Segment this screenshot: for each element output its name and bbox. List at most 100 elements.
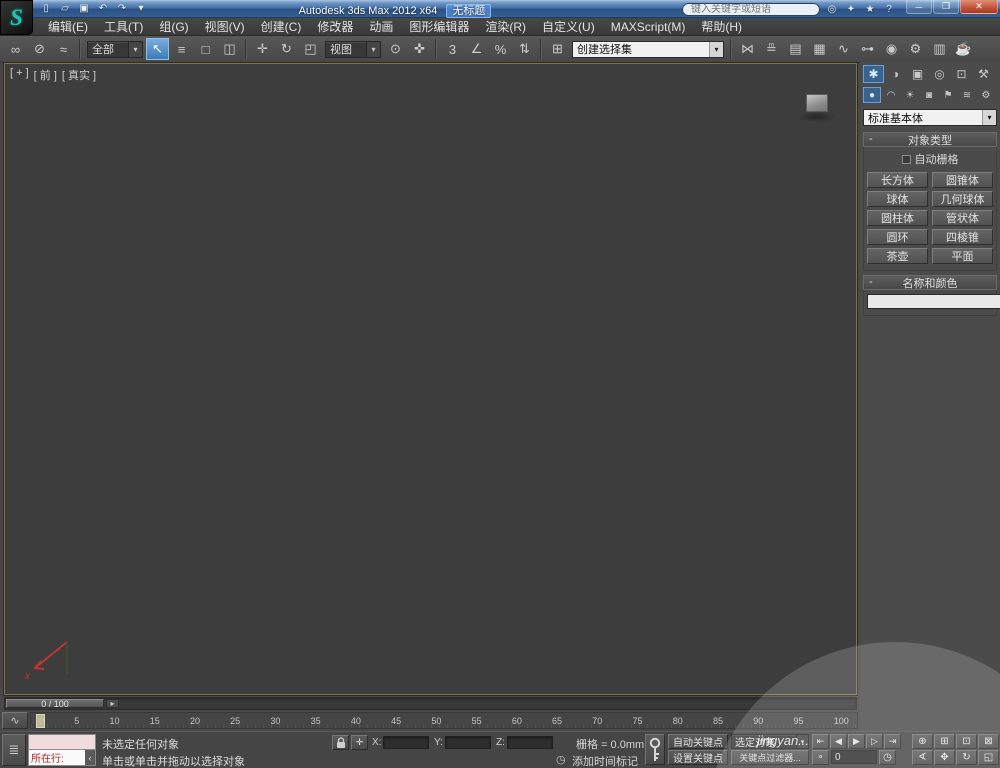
menu-item[interactable]: MAXScript(M)	[603, 19, 694, 35]
viewport-front[interactable]: [ + ] [ 前 ] [ 真实 ] x	[4, 63, 857, 695]
orbit-icon[interactable]: ↻	[956, 750, 977, 765]
field-of-view-icon[interactable]: ∢	[912, 750, 933, 765]
primitive-button[interactable]: 圆锥体	[932, 172, 993, 188]
select-and-scale-icon[interactable]: ◰	[299, 38, 322, 60]
snap-toggle-icon[interactable]: 3	[441, 38, 464, 60]
previous-frame-icon[interactable]: ◀	[830, 734, 847, 749]
material-editor-icon[interactable]: ◉	[880, 38, 903, 60]
menu-item[interactable]: 编辑(E)	[40, 17, 96, 36]
rectangular-selection-icon[interactable]: □	[194, 38, 217, 60]
menu-item[interactable]: 组(G)	[151, 17, 196, 36]
rendered-frame-icon[interactable]: ▥	[928, 38, 951, 60]
primitive-button[interactable]: 长方体	[867, 172, 928, 188]
x-coordinate-field[interactable]	[383, 736, 430, 749]
zoom-extents-icon[interactable]: ⊡	[956, 734, 977, 749]
communication-center-icon[interactable]: ✦	[844, 2, 858, 16]
maximize-viewport-icon[interactable]: ◱	[978, 750, 999, 765]
play-animation-icon[interactable]: ▶	[848, 734, 865, 749]
layer-manager-icon[interactable]: ▤	[784, 38, 807, 60]
object-name-input[interactable]	[867, 294, 1000, 309]
absolute-offset-toggle[interactable]: ✛	[351, 735, 368, 750]
favorites-icon[interactable]: ★	[863, 2, 877, 16]
application-menu-button[interactable]: S	[0, 0, 33, 35]
autogrid-checkbox[interactable]: 自动栅格	[867, 151, 993, 167]
current-frame-field[interactable]	[831, 750, 877, 764]
unlink-selection-icon[interactable]: ⊘	[28, 38, 51, 60]
primitive-button[interactable]: 管状体	[932, 210, 993, 226]
primitive-button[interactable]: 四棱锥	[932, 229, 993, 245]
name-color-rollout-header[interactable]: - 名称和颜色	[863, 275, 997, 290]
next-frame-icon[interactable]: ▷	[866, 734, 883, 749]
go-to-end-icon[interactable]: ⇥	[884, 734, 901, 749]
key-filters-button[interactable]: 关键点过滤器...	[731, 750, 809, 765]
bind-to-space-warp-icon[interactable]: ≈	[52, 38, 75, 60]
primitive-type-dropdown[interactable]: 标准基本体 ▾	[863, 109, 997, 126]
track-bar[interactable]: 0510152025303540455055606570758085909510…	[30, 712, 858, 729]
primitive-button[interactable]: 圆环	[867, 229, 928, 245]
zoom-extents-all-icon[interactable]: ⊠	[978, 734, 999, 749]
mirror-icon[interactable]: ⋈	[736, 38, 759, 60]
menu-item[interactable]: 创建(C)	[253, 17, 310, 36]
category-lights-icon[interactable]: ☀	[901, 87, 919, 103]
tab-create-icon[interactable]: ✱	[863, 65, 884, 83]
align-icon[interactable]: ≞	[760, 38, 783, 60]
select-and-move-icon[interactable]: ✛	[251, 38, 274, 60]
render-setup-icon[interactable]: ⚙	[904, 38, 927, 60]
menu-item[interactable]: 工具(T)	[96, 17, 151, 36]
menu-item[interactable]: 渲染(R)	[477, 17, 534, 36]
viewport-view-menu[interactable]: [ 前 ]	[34, 67, 57, 83]
infocenter-search-icon[interactable]: ◎	[825, 2, 839, 16]
object-type-rollout-header[interactable]: - 对象类型	[863, 132, 997, 147]
percent-snap-icon[interactable]: %	[489, 38, 512, 60]
infocenter-search-input[interactable]	[682, 2, 820, 16]
select-and-manipulate-icon[interactable]: ✜	[408, 38, 431, 60]
tab-motion-icon[interactable]: ◎	[929, 65, 950, 83]
maxscript-mini-listener[interactable]: 所在行: ‹	[28, 734, 96, 766]
status-panel-icon[interactable]: ≣	[2, 734, 26, 766]
help-icon[interactable]: ?	[882, 2, 896, 16]
current-frame-marker[interactable]	[36, 714, 45, 728]
curve-editor-icon[interactable]: ∿	[832, 38, 855, 60]
tab-utilities-icon[interactable]: ⚒	[973, 65, 994, 83]
category-systems-icon[interactable]: ⚙	[977, 87, 995, 103]
set-keys-button[interactable]	[645, 734, 665, 765]
mini-curve-editor-button[interactable]: ∿	[2, 712, 28, 729]
schematic-view-icon[interactable]: ⊶	[856, 38, 879, 60]
use-pivot-center-icon[interactable]: ⊙	[384, 38, 407, 60]
add-time-tag[interactable]: 添加时间标记	[572, 753, 638, 768]
tab-modify-icon[interactable]: ◑	[885, 65, 906, 83]
pan-view-icon[interactable]: ✥	[934, 750, 955, 765]
category-geometry-icon[interactable]: ●	[863, 87, 881, 103]
menu-item[interactable]: 修改器	[309, 17, 361, 36]
macro-recorder-line[interactable]	[28, 734, 96, 750]
z-coordinate-field[interactable]	[506, 736, 553, 749]
maximize-button[interactable]: ❐	[933, 0, 959, 14]
category-shapes-icon[interactable]: ◠	[882, 87, 900, 103]
angle-snap-icon[interactable]: ∠	[465, 38, 488, 60]
y-coordinate-field[interactable]	[444, 736, 491, 749]
time-configuration-button[interactable]: ◷	[879, 750, 896, 765]
viewport-shading-menu[interactable]: [ 真实 ]	[62, 67, 96, 83]
tab-hierarchy-icon[interactable]: ▣	[907, 65, 928, 83]
render-production-icon[interactable]: ☕	[952, 38, 975, 60]
listener-line[interactable]: 所在行: ‹	[28, 750, 96, 766]
edit-named-selection-sets-icon[interactable]: ⊞	[546, 38, 569, 60]
select-and-rotate-icon[interactable]: ↻	[275, 38, 298, 60]
key-mode-toggle[interactable]: ∘	[812, 750, 829, 765]
graphite-toggle-icon[interactable]: ▦	[808, 38, 831, 60]
menu-item[interactable]: 帮助(H)	[693, 17, 750, 36]
primitive-button[interactable]: 平面	[932, 248, 993, 264]
tab-display-icon[interactable]: ⊡	[951, 65, 972, 83]
menu-item[interactable]: 视图(V)	[197, 17, 253, 36]
next-frame-arrow[interactable]: ▸	[106, 699, 119, 708]
time-slider-track[interactable]: 0 / 100 ▸	[4, 697, 857, 710]
select-object-icon[interactable]: ↖	[146, 38, 169, 60]
window-crossing-icon[interactable]: ◫	[218, 38, 241, 60]
select-by-name-icon[interactable]: ≡	[170, 38, 193, 60]
go-to-start-icon[interactable]: ⇤	[812, 734, 829, 749]
selection-filter-dropdown[interactable]: 全部 ▾	[87, 40, 143, 58]
menu-item[interactable]: 动画	[361, 17, 401, 36]
primitive-button[interactable]: 茶壶	[867, 248, 928, 264]
selection-lock-button[interactable]	[332, 735, 349, 750]
category-helpers-icon[interactable]: ⚑	[939, 87, 957, 103]
